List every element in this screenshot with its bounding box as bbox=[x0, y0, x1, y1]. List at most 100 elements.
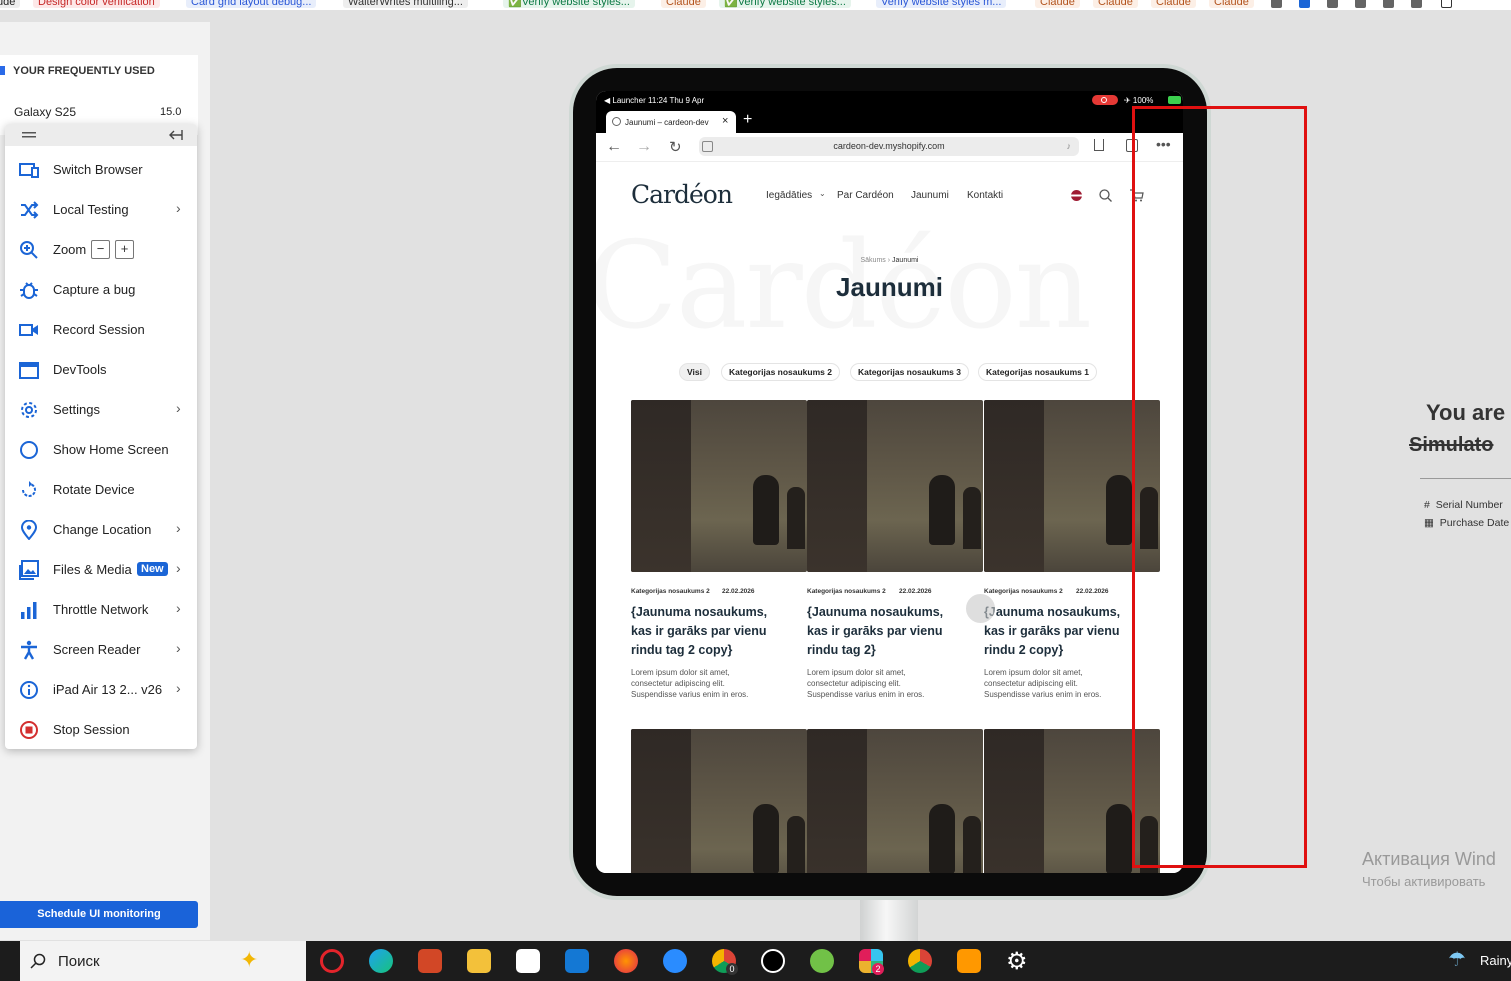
menu-item-rotate-device[interactable]: Rotate Device bbox=[5, 470, 197, 510]
app-icon[interactable] bbox=[663, 949, 687, 973]
collapse-arrow-icon[interactable] bbox=[169, 129, 183, 141]
bookmark-favicon-icon[interactable] bbox=[1327, 0, 1338, 8]
menu-item-devtools[interactable]: DevTools bbox=[5, 350, 197, 390]
bookmark-item[interactable]: Claude bbox=[661, 0, 706, 8]
menu-item-label: Local Testing bbox=[53, 202, 129, 217]
edge-icon[interactable] bbox=[369, 949, 393, 973]
menu-item-zoom: Zoom − + bbox=[5, 230, 197, 270]
menu-item-local-testing[interactable]: Local Testing › bbox=[5, 190, 197, 230]
menu-item-show-home-screen[interactable]: Show Home Screen bbox=[5, 430, 197, 470]
weather-icon: ☂ bbox=[1448, 949, 1466, 971]
filter-chip[interactable]: Kategorijas nosaukums 2 bbox=[721, 363, 840, 381]
card-image[interactable] bbox=[631, 400, 807, 572]
page-title: Jaunumi bbox=[836, 272, 943, 302]
nav-link-contacts[interactable]: Kontakti bbox=[967, 190, 1003, 201]
reload-icon[interactable]: ↻ bbox=[669, 138, 682, 156]
bookmark-item[interactable]: Claude bbox=[1209, 0, 1254, 8]
card-title[interactable]: {Jaunuma nosaukums, kas ir garāks par vi… bbox=[984, 603, 1134, 660]
grid-apps-icon[interactable] bbox=[1441, 0, 1452, 8]
menu-item-capture-bug[interactable]: Capture a bug bbox=[5, 270, 197, 310]
bookmark-favicon-icon[interactable] bbox=[1271, 0, 1282, 8]
bookmark-item[interactable]: Claude bbox=[1093, 0, 1138, 8]
taskbar-search-box[interactable]: Поиск ✦ bbox=[20, 941, 306, 981]
powerpoint-icon[interactable] bbox=[418, 949, 442, 973]
device-name[interactable]: Galaxy S25 bbox=[14, 105, 76, 119]
zoom-out-button[interactable]: − bbox=[91, 240, 110, 259]
breadcrumb-home[interactable]: Sākums bbox=[860, 257, 885, 264]
divider bbox=[1420, 478, 1511, 479]
filter-chip[interactable]: Kategorijas nosaukums 3 bbox=[850, 363, 969, 381]
card-title[interactable]: {Jaunuma nosaukums, kas ir garāks par vi… bbox=[631, 603, 781, 660]
site-logo[interactable]: Cardéon bbox=[631, 180, 733, 209]
firefox-icon[interactable] bbox=[614, 949, 638, 973]
card-image[interactable] bbox=[631, 729, 807, 873]
filter-chip-all[interactable]: Visi bbox=[679, 363, 710, 381]
menu-item-record-session[interactable]: Record Session bbox=[5, 310, 197, 350]
utorrent-icon[interactable] bbox=[810, 949, 834, 973]
explorer-icon[interactable] bbox=[467, 949, 491, 973]
right-panel-subtitle: Simulato bbox=[1409, 434, 1494, 456]
back-icon[interactable]: ← bbox=[606, 138, 622, 156]
taskbar-search-text: Поиск bbox=[58, 953, 100, 970]
menu-item-label: Throttle Network bbox=[53, 602, 149, 617]
card-category: Kategorijas nosaukums 2 bbox=[631, 588, 710, 595]
close-tab-icon[interactable]: × bbox=[722, 115, 728, 127]
bug-icon bbox=[20, 282, 38, 299]
menu-item-label: Show Home Screen bbox=[53, 442, 169, 457]
sublime-icon[interactable] bbox=[957, 949, 981, 973]
store-icon[interactable] bbox=[516, 949, 540, 973]
card-image[interactable] bbox=[807, 729, 983, 873]
language-flag-icon[interactable] bbox=[1071, 190, 1082, 201]
bookmark-favicon-icon[interactable] bbox=[1411, 0, 1422, 8]
url-field[interactable]: cardeon-dev.myshopify.com ♪ bbox=[699, 137, 1079, 156]
bookmark-item[interactable]: ✅Verify website styles... bbox=[503, 0, 635, 8]
zoom-in-button[interactable]: + bbox=[115, 240, 134, 259]
drag-handle-icon[interactable] bbox=[22, 131, 36, 139]
ipad-screen[interactable]: ◀ Launcher 11:24 Thu 9 Apr ✈ 100% Jaunum… bbox=[596, 91, 1183, 873]
menu-item-throttle-network[interactable]: Throttle Network › bbox=[5, 590, 197, 630]
schedule-ui-monitoring-button[interactable]: Schedule UI monitoring bbox=[0, 901, 198, 928]
translate-icon[interactable] bbox=[702, 141, 713, 152]
bookmark-favicon-icon[interactable] bbox=[1383, 0, 1394, 8]
menu-item-stop-session[interactable]: Stop Session bbox=[5, 710, 197, 750]
menu-item-change-location[interactable]: Change Location › bbox=[5, 510, 197, 550]
bookmark-favicon-icon[interactable] bbox=[1299, 0, 1310, 8]
outlook-icon[interactable] bbox=[565, 949, 589, 973]
chevron-right-icon: › bbox=[176, 200, 181, 216]
bookmark-item[interactable]: ude bbox=[0, 0, 21, 8]
menu-item-device-info[interactable]: iPad Air 13 2... v26 › bbox=[5, 670, 197, 710]
menu-item-switch-browser[interactable]: Switch Browser bbox=[5, 150, 197, 190]
menu-item-screen-reader[interactable]: Screen Reader › bbox=[5, 630, 197, 670]
opera-icon[interactable] bbox=[320, 949, 344, 973]
chrome-profile-icon[interactable] bbox=[908, 949, 932, 973]
new-tab-icon[interactable]: + bbox=[743, 111, 752, 129]
card-title[interactable]: {Jaunuma nosaukums, kas ir garāks par vi… bbox=[807, 603, 957, 660]
nav-link-news[interactable]: Jaunumi bbox=[911, 190, 949, 201]
bookmark-favicon-icon[interactable] bbox=[1355, 0, 1366, 8]
safari-tab[interactable]: Jaunumi – cardeon-dev × bbox=[606, 111, 736, 133]
nav-link-about[interactable]: Par Cardéon bbox=[837, 190, 894, 201]
menu-item-files-media[interactable]: Files & Media New › bbox=[5, 550, 197, 590]
settings-gear-icon[interactable]: ⚙ bbox=[1006, 947, 1028, 976]
filter-chip[interactable]: Kategorijas nosaukums 1 bbox=[978, 363, 1097, 381]
bookmark-item[interactable]: ✅Verify website styles... bbox=[719, 0, 851, 8]
battery-icon bbox=[1168, 96, 1181, 104]
menu-item-settings[interactable]: Settings › bbox=[5, 390, 197, 430]
bookmark-item[interactable]: Design color verification bbox=[33, 0, 160, 8]
search-icon[interactable] bbox=[1099, 189, 1112, 202]
card-excerpt: Lorem ipsum dolor sit amet, consectetur … bbox=[807, 668, 925, 699]
card-category: Kategorijas nosaukums 2 bbox=[984, 588, 1063, 595]
upwork-icon[interactable] bbox=[761, 949, 785, 973]
bookmark-item[interactable]: Card grid layout debug... bbox=[186, 0, 317, 8]
bookmark-item[interactable]: WalterWrites multiling... bbox=[343, 0, 468, 8]
nav-link-shop[interactable]: Iegādāties bbox=[766, 190, 812, 201]
bookmark-item[interactable]: Verify website styles m... bbox=[876, 0, 1007, 8]
status-right-text: ✈ 100% bbox=[1124, 96, 1154, 105]
forward-icon[interactable]: → bbox=[636, 138, 652, 156]
microphone-icon[interactable]: ♪ bbox=[1067, 137, 1072, 156]
breadcrumb-separator: › bbox=[887, 257, 891, 264]
bookmark-item[interactable]: Claude bbox=[1151, 0, 1196, 8]
card-image[interactable] bbox=[807, 400, 983, 572]
share-icon[interactable] bbox=[1094, 139, 1104, 151]
bookmark-item[interactable]: Claude bbox=[1035, 0, 1080, 8]
